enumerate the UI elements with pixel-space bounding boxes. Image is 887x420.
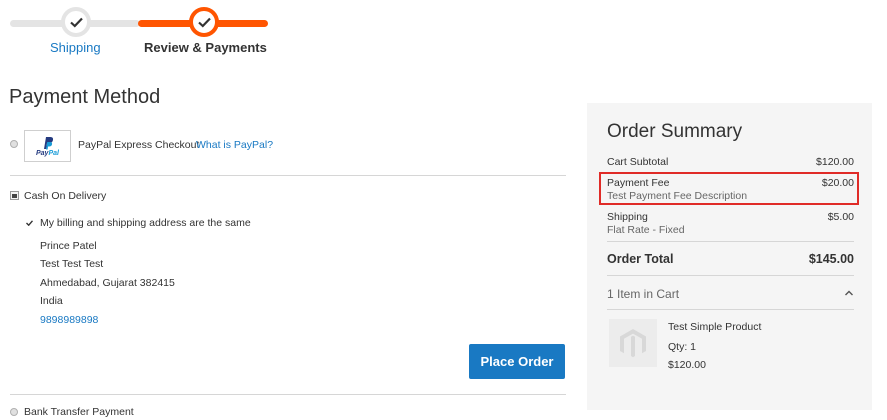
order-total-value: $145.00: [808, 252, 854, 266]
cod-radio[interactable]: [10, 191, 19, 200]
address-phone-link[interactable]: 9898989898: [40, 314, 98, 326]
shipping-method: Flat Rate - Fixed: [607, 224, 685, 236]
paypal-logo-text: PayPal: [36, 149, 59, 157]
paypal-label[interactable]: PayPal Express Checkout: [78, 139, 199, 151]
bank-transfer-radio[interactable]: [10, 408, 18, 416]
bank-transfer-label[interactable]: Bank Transfer Payment: [24, 406, 134, 418]
cart-subtotal-label: Cart Subtotal: [607, 156, 669, 168]
what-is-paypal-link[interactable]: What is PayPal?: [196, 139, 273, 151]
magento-placeholder-icon: [620, 329, 646, 358]
same-address-label[interactable]: My billing and shipping address are the …: [40, 217, 251, 229]
shipping-label: Shipping: [607, 211, 648, 223]
paypal-p-icon: [43, 136, 53, 149]
address-street: Test Test Test: [40, 258, 104, 270]
payment-method-title: Payment Method: [9, 86, 161, 108]
same-address-checkbox[interactable]: [25, 219, 33, 227]
chevron-up-icon[interactable]: [844, 289, 854, 297]
step-shipping-check-icon[interactable]: [61, 7, 91, 37]
payment-fee-value: $20.00: [821, 177, 854, 189]
product-price: $120.00: [668, 359, 706, 371]
cod-label[interactable]: Cash On Delivery: [24, 190, 106, 202]
order-total-label: Order Total: [607, 252, 674, 266]
step-shipping-label[interactable]: Shipping: [50, 40, 101, 55]
items-in-cart-toggle[interactable]: 1 Item in Cart: [607, 287, 679, 301]
divider: [10, 394, 566, 395]
address-country: India: [40, 295, 63, 307]
product-qty: Qty: 1: [668, 341, 697, 353]
divider: [10, 175, 566, 176]
product-name[interactable]: Test Simple Product: [668, 321, 761, 333]
paypal-radio[interactable]: [10, 140, 18, 148]
address-name: Prince Patel: [40, 240, 97, 252]
order-summary-title: Order Summary: [607, 121, 743, 142]
payment-fee-label: Payment Fee: [607, 177, 670, 189]
shipping-value: $5.00: [827, 211, 854, 223]
payment-fee-description: Test Payment Fee Description: [607, 190, 748, 202]
product-thumbnail[interactable]: [609, 319, 657, 367]
checkout-progress-bar: Shipping Review & Payments: [0, 0, 300, 60]
order-summary-panel: Order Summary Cart Subtotal $120.00 Paym…: [587, 103, 872, 410]
checkmark-icon: [25, 220, 33, 226]
divider: [607, 309, 854, 310]
paypal-logo: PayPal: [24, 130, 71, 162]
step-review-check-icon: [189, 7, 219, 37]
divider: [607, 275, 854, 276]
step-review-label: Review & Payments: [144, 40, 267, 55]
divider: [607, 241, 854, 242]
address-city: Ahmedabad, Gujarat 382415: [40, 277, 175, 289]
place-order-button[interactable]: Place Order: [469, 344, 565, 379]
cart-subtotal-value: $120.00: [816, 156, 854, 168]
